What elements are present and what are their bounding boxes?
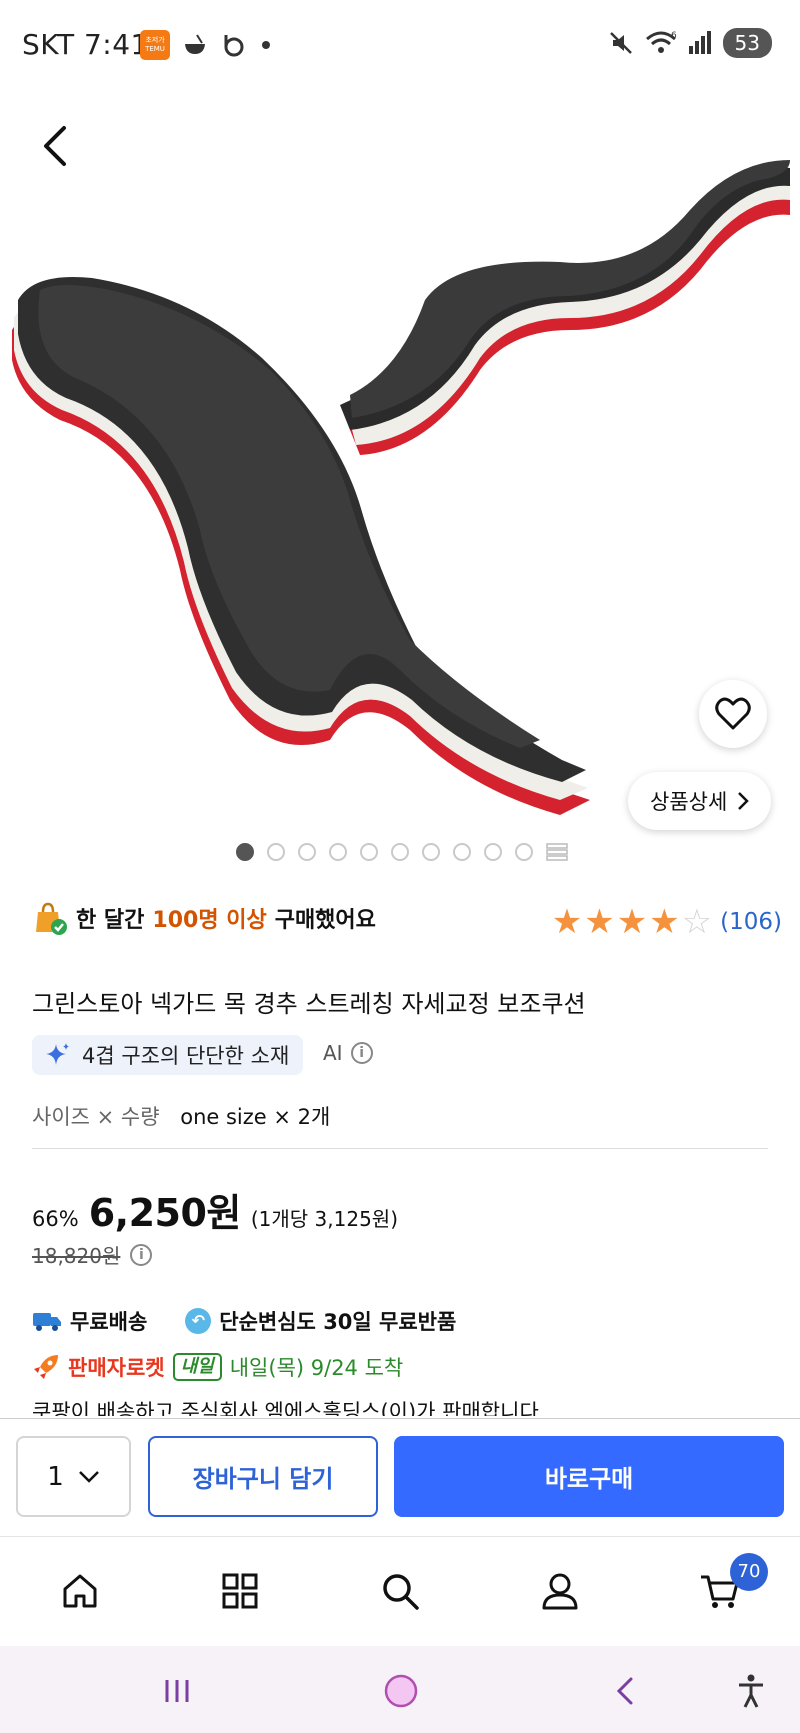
info-icon[interactable]: i [350,1042,373,1064]
ai-tag-text: 4겹 구조의 단단한 소재 [82,1044,290,1068]
ai-label: AI i [323,1041,373,1065]
wishlist-button[interactable] [699,680,767,748]
purchase-suffix: 구매했어요 [274,908,376,933]
nav-search[interactable] [370,1561,430,1621]
status-time: SKT 7:41 [22,28,149,61]
original-price: 18,820원 [32,1244,121,1268]
sale-price: 6,250원 [88,1191,242,1235]
my-account-icon [542,1573,578,1610]
ai-label-text: AI [323,1041,343,1065]
bottom-navigation: 70 [0,1536,800,1646]
quantity-value: 1 [47,1461,64,1492]
sparkle-icon [46,1043,69,1065]
price-row: 66% 6,250원 (1개당 3,125원) [32,1182,398,1237]
signal-icon [688,31,711,54]
chevron-right-icon [738,792,750,810]
carousel-dot[interactable] [329,843,347,861]
recent-apps-button[interactable] [154,1668,200,1714]
purchase-highlight: 100명 이상 [152,908,267,933]
carousel-indicator [236,843,568,861]
mute-icon [609,32,632,54]
seller-info: 쿠팡이 배송하고 주식회사 엠에스홀딩스(이)가 판매합니다 [32,1400,539,1416]
wifi-icon: 6 [645,31,677,53]
purchase-prefix: 한 달간 [76,908,145,933]
star-empty-icon: ☆ [681,902,713,942]
nav-home[interactable] [50,1561,110,1621]
cart-count-badge: 70 [730,1553,768,1591]
back-arrow-icon [616,1677,633,1705]
original-price-row: 18,820원 i [32,1240,153,1269]
accessibility-icon [739,1674,763,1708]
purchase-action-bar: 1 장바구니 담기 바로구매 [0,1418,800,1536]
system-back-button[interactable] [602,1668,648,1714]
rocket-icon [34,1355,58,1379]
star-filled-icon: ★ [616,902,648,942]
nav-category[interactable] [210,1561,270,1621]
price-info-icon[interactable]: i [130,1243,153,1266]
return-icon: ↶ [185,1308,212,1334]
back-chevron-icon[interactable] [36,122,76,170]
arrival-date: 내일(목) 9/24 도착 [229,1356,404,1380]
system-navigation-bar [0,1646,800,1733]
svg-text:6: 6 [671,31,677,41]
shopping-bag-check-icon [36,902,67,935]
carousel-dot[interactable] [298,843,316,861]
purchase-count: 한 달간 100명 이상 구매했어요 [32,900,376,936]
quantity-selector[interactable]: 1 [16,1436,131,1517]
recent-apps-icon [165,1680,189,1702]
carousel-dot[interactable] [484,843,502,861]
home-system-button[interactable] [378,1668,424,1714]
accessibility-button[interactable] [728,1668,774,1714]
ai-feature-tag: 4겹 구조의 단단한 소재 [32,1035,304,1075]
product-image-carousel[interactable] [0,92,800,882]
discount-rate: 66% [32,1207,79,1231]
review-count[interactable]: (106) [720,909,782,935]
home-icon [63,1574,97,1608]
carousel-dot[interactable] [360,843,378,861]
image-grid-icon[interactable] [546,843,568,861]
category-icon [222,1573,258,1609]
star-filled-icon: ★ [551,902,583,942]
chevron-down-icon [78,1470,99,1483]
rocket-delivery-row: 판매자로켓 내일 내일(목) 9/24 도착 [32,1352,403,1382]
option-selector[interactable]: 사이즈 × 수량 one size × 2개 [32,1101,330,1131]
notification-icons: 초저가 TEMU [140,30,270,60]
product-image [12,160,790,815]
product-detail-button[interactable]: 상품상세 [628,772,772,830]
heart-icon [715,697,751,730]
rating[interactable]: ★ ★ ★ ★ ☆ (106) [552,905,782,939]
home-circle-icon [384,1674,418,1708]
shipping-row: 무료배송 ↶ 단순변심도 30일 무료반품 [32,1306,456,1336]
carousel-dot[interactable] [236,843,254,861]
divider [32,1148,768,1149]
system-status-icons: 6 53 [607,28,772,58]
more-notifications-dot [262,41,270,49]
rocket-label: 판매자로켓 [68,1356,165,1380]
carousel-dot[interactable] [453,843,471,861]
option-value: one size × 2개 [180,1105,331,1129]
product-title: 그린스토아 넥가드 목 경추 스트레칭 자세교정 보조쿠션 [32,990,586,1018]
product-detail-label: 상품상세 [650,790,728,814]
nav-my-account[interactable] [530,1561,590,1621]
unit-price: (1개당 3,125원) [250,1207,399,1231]
star-filled-icon: ★ [584,902,615,942]
temu-app-icon: 초저가 TEMU [140,30,170,60]
free-delivery-text: 무료배송 [70,1310,148,1334]
star-filled-icon: ★ [649,902,680,942]
buy-now-button[interactable]: 바로구매 [394,1436,784,1517]
carousel-dot[interactable] [267,843,285,861]
search-icon [383,1574,419,1610]
return-policy-text: 단순변심도 30일 무료반품 [219,1310,457,1334]
carousel-dot[interactable] [422,843,440,861]
battery-indicator: 53 [722,28,772,58]
bowl-icon [185,34,205,54]
delivery-truck-icon [33,1313,61,1331]
option-label: 사이즈 × 수량 [32,1105,160,1129]
carousel-dot[interactable] [515,843,533,861]
add-to-cart-button[interactable]: 장바구니 담기 [148,1436,378,1517]
tomorrow-badge: 내일 [172,1353,222,1381]
b-app-icon [224,35,244,57]
status-bar: SKT 7:41 초저가 TEMU 6 53 [0,0,800,92]
carousel-dot[interactable] [391,843,409,861]
